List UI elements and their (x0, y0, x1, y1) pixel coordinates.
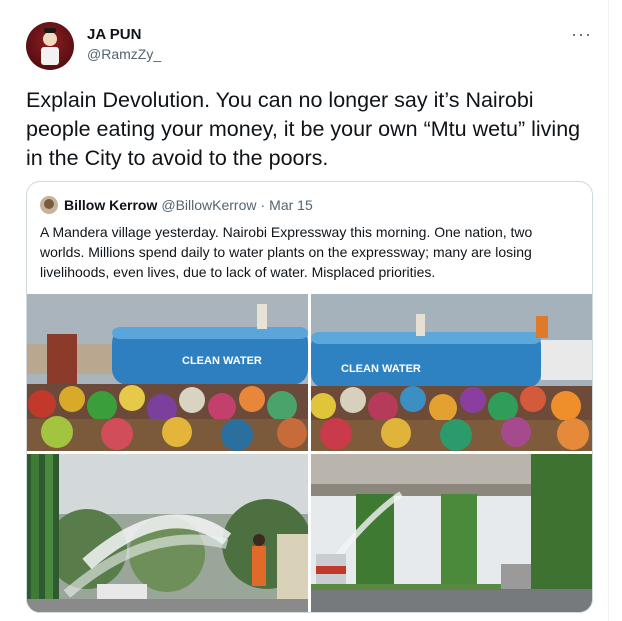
media-image-expressway-1[interactable] (27, 454, 308, 612)
media-image-mandera-1[interactable]: CLEAN WATER (27, 294, 308, 451)
media-image-mandera-2[interactable]: CLEAN WATER (311, 294, 592, 451)
tweet-text: Explain Devolution. You can no longer sa… (26, 88, 581, 170)
media-grid: CLEAN WATER CLEAN WATER (27, 294, 592, 612)
author-handle[interactable]: @RamzZy_ (87, 46, 161, 62)
tweet-card: JA PUN @RamzZy_ ··· Explain Devolution. … (0, 0, 609, 621)
quoted-author-name[interactable]: Billow Kerrow (64, 197, 157, 213)
quoted-tweet[interactable]: Billow Kerrow @BillowKerrow · Mar 15 A M… (26, 181, 593, 613)
tank-label: CLEAN WATER (341, 363, 421, 375)
avatar-figure (41, 28, 59, 65)
water-tanker-crowd-image: CLEAN WATER (311, 294, 592, 451)
quoted-author-handle[interactable]: @BillowKerrow (161, 197, 256, 213)
quoted-avatar[interactable] (40, 196, 58, 214)
water-tanker-crowd-image: CLEAN WATER (27, 294, 308, 451)
tank-label: CLEAN WATER (182, 355, 262, 367)
quoted-date[interactable]: Mar 15 (269, 197, 313, 213)
avatar[interactable] (26, 22, 74, 70)
expressway-pillars-image (311, 454, 592, 612)
quoted-tweet-text: A Mandera village yesterday. Nairobi Exp… (40, 224, 533, 280)
author-name[interactable]: JA PUN (87, 26, 141, 43)
media-image-expressway-2[interactable] (311, 454, 592, 612)
quoted-separator: · (260, 197, 266, 213)
quoted-tweet-header: Billow Kerrow @BillowKerrow · Mar 15 (40, 195, 313, 215)
water-spray-image (27, 454, 308, 612)
more-options-icon[interactable]: ··· (571, 24, 592, 45)
